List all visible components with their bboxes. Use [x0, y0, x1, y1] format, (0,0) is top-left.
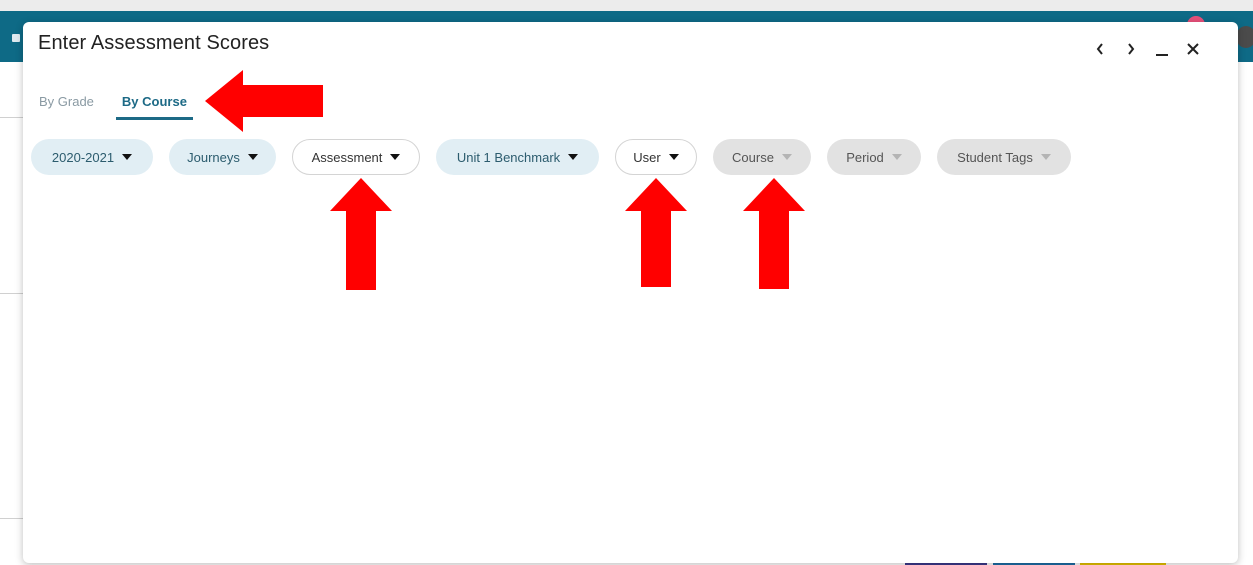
filter-assessment-type[interactable]: Assessment [292, 139, 420, 175]
caret-down-icon [891, 154, 902, 160]
caret-down-icon [568, 154, 579, 160]
close-icon [1186, 43, 1199, 55]
caret-down-icon [668, 154, 679, 160]
background-divider [0, 518, 23, 519]
filter-program[interactable]: Journeys [169, 139, 276, 175]
chevron-left-icon [1096, 43, 1103, 55]
chevron-right-icon [1127, 43, 1134, 55]
filter-label: Assessment [311, 149, 383, 165]
filter-student-tags[interactable]: Student Tags [937, 139, 1071, 175]
filter-school-year[interactable]: 2020-2021 [31, 139, 153, 175]
filter-label: 2020-2021 [51, 149, 115, 165]
filter-user[interactable]: User [615, 139, 697, 175]
tab-by-grade[interactable]: By Grade [39, 88, 94, 120]
tab-by-course[interactable]: By Course [115, 88, 193, 120]
filter-period[interactable]: Period [827, 139, 921, 175]
caret-down-icon [122, 154, 133, 160]
user-avatar[interactable] [1236, 26, 1253, 48]
minimize-button[interactable] [1146, 36, 1177, 62]
caret-down-icon [781, 154, 792, 160]
background-divider [0, 117, 23, 118]
background-divider [0, 293, 23, 294]
caret-down-icon [390, 154, 401, 160]
annotation-arrow-left-icon [205, 70, 323, 132]
filter-label: Student Tags [957, 149, 1033, 165]
minimize-icon [1155, 54, 1168, 56]
annotation-arrow-up-icon [625, 178, 687, 287]
close-button[interactable] [1177, 36, 1208, 62]
annotation-arrow-up-icon [743, 178, 805, 289]
filter-course[interactable]: Course [713, 139, 811, 175]
filter-assessment[interactable]: Unit 1 Benchmark [436, 139, 599, 175]
filter-label: Period [846, 149, 884, 165]
previous-button[interactable] [1084, 36, 1115, 62]
filter-label: Journeys [187, 149, 240, 165]
filter-label: Unit 1 Benchmark [456, 149, 561, 165]
annotation-arrow-up-icon [330, 178, 392, 290]
modal-title: Enter Assessment Scores [38, 32, 270, 54]
filter-label: Course [732, 149, 774, 165]
tab-bar: By Grade By Course [39, 88, 221, 120]
window-controls [1084, 36, 1208, 62]
caret-down-icon [247, 154, 258, 160]
app-logo-icon [12, 34, 20, 42]
caret-down-icon [1040, 154, 1051, 160]
next-button[interactable] [1115, 36, 1146, 62]
filter-label: User [633, 149, 661, 165]
